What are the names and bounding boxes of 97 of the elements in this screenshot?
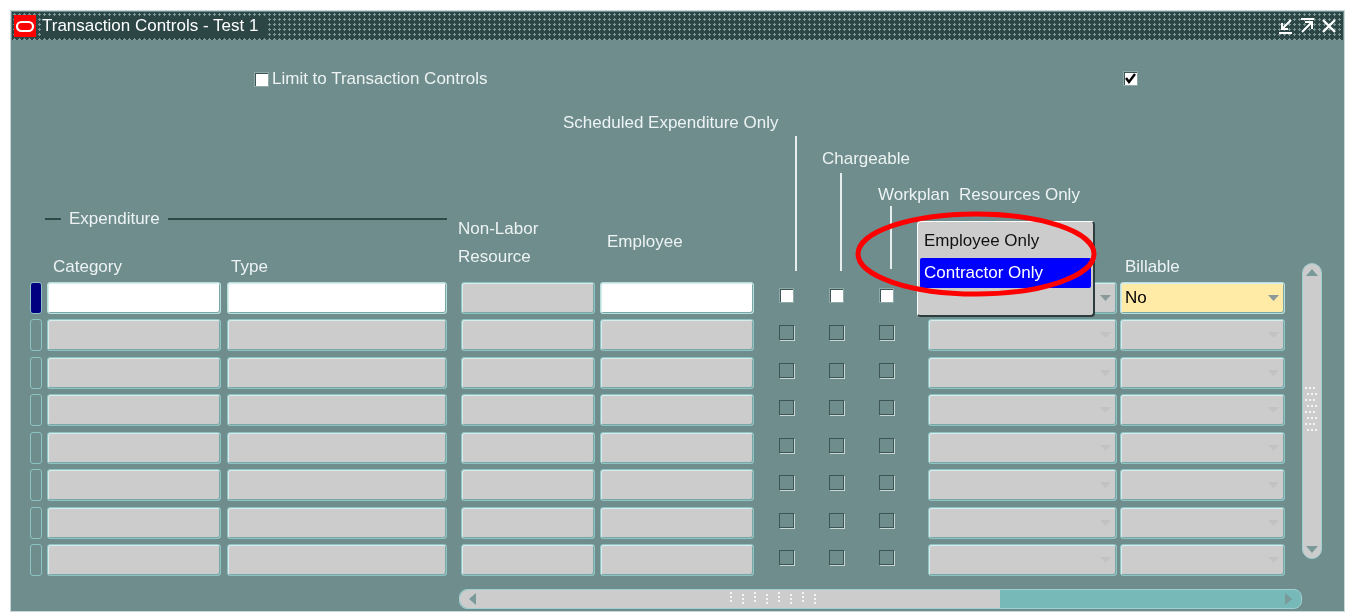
checkbox[interactable] [828,400,844,416]
dropdown-field[interactable] [928,431,1117,464]
checkbox[interactable] [828,475,844,491]
checkbox[interactable] [778,475,794,491]
checkbox[interactable] [878,362,894,378]
group-header: Expenditure [69,209,160,229]
close-icon[interactable] [1321,18,1337,34]
text-field[interactable] [600,281,754,314]
checkbox[interactable] [878,550,894,566]
checkbox[interactable] [878,325,894,341]
text-field[interactable] [600,469,754,502]
dropdown-option[interactable]: Contractor Only [920,258,1091,288]
text-field[interactable] [461,356,595,389]
checkbox[interactable] [778,400,794,416]
checkbox[interactable] [878,437,894,453]
column-header: Type [231,257,268,276]
checkbox[interactable] [878,400,894,416]
text-field[interactable] [227,356,447,389]
text-field[interactable] [600,544,754,577]
checkbox[interactable] [828,362,844,378]
dropdown-option[interactable]: Employee Only [920,226,1091,256]
text-field[interactable] [227,394,447,427]
text-field[interactable] [47,356,221,389]
vertical-scrollbar[interactable] [1302,263,1322,559]
checkbox[interactable] [828,512,844,528]
text-field[interactable] [461,281,595,314]
text-field[interactable] [600,506,754,539]
caret-icon[interactable] [1268,294,1279,302]
text-field[interactable] [461,506,595,539]
text-field[interactable] [461,469,595,502]
column-header: Workplan Resources Only [878,185,1080,204]
column-header: Employee [607,232,683,251]
text-field[interactable] [461,319,595,352]
text-field[interactable] [47,394,221,427]
record-indicator[interactable] [30,281,42,314]
text-field[interactable] [600,356,754,389]
checkbox[interactable] [778,325,794,341]
text-field[interactable] [227,281,447,314]
left-arrow-icon[interactable] [468,593,476,605]
checkbox[interactable] [254,71,269,87]
column-header: Category [53,257,122,276]
checkbox[interactable] [878,287,894,303]
down-arrow-icon[interactable] [1306,546,1318,554]
text-field[interactable] [47,544,221,577]
dropdown-field[interactable] [1120,544,1285,577]
dropdown-field[interactable] [1120,319,1285,352]
column-header: Chargeable [822,149,910,168]
column-header: Billable [1125,257,1180,276]
text-field[interactable] [461,394,595,427]
text-field[interactable] [47,506,221,539]
app-logo-icon [14,15,36,37]
dropdown-field[interactable] [1120,394,1285,427]
dropdown-field[interactable] [1120,356,1285,389]
checkbox[interactable] [778,512,794,528]
checkbox[interactable] [828,325,844,341]
text-field[interactable] [227,506,447,539]
text-field[interactable] [461,544,595,577]
checkbox[interactable] [878,475,894,491]
dropdown-field[interactable] [928,394,1117,427]
text-field[interactable] [600,319,754,352]
dropdown-field[interactable]: No [1120,281,1285,314]
dropdown-field[interactable] [1120,506,1285,539]
text-field[interactable] [47,319,221,352]
checkbox[interactable] [828,287,844,303]
maximize-icon[interactable] [1299,18,1315,34]
checkbox[interactable] [778,362,794,378]
checkbox[interactable] [778,287,794,303]
up-arrow-icon[interactable] [1306,268,1318,276]
text-field[interactable] [461,431,595,464]
dropdown-field[interactable] [928,469,1117,502]
checkbox[interactable] [778,550,794,566]
horizontal-scrollbar[interactable] [459,589,1302,609]
dropdown-field[interactable] [1120,469,1285,502]
text-field[interactable] [227,319,447,352]
checkbox[interactable] [1123,71,1138,86]
dropdown-field[interactable] [928,319,1117,352]
text-field[interactable] [227,431,447,464]
text-field[interactable] [227,544,447,577]
text-field[interactable] [47,469,221,502]
caret-icon[interactable] [1100,294,1111,302]
minimize-icon[interactable] [1277,18,1293,34]
column-header: Non-Labor Resource [458,218,540,268]
dropdown-field[interactable] [928,506,1117,539]
text-field[interactable] [47,281,221,314]
dropdown-field[interactable] [928,356,1117,389]
text-field[interactable] [600,394,754,427]
dropdown-field[interactable] [928,544,1117,577]
text-field[interactable] [600,431,754,464]
column-header: Scheduled Expenditure Only [563,113,779,132]
checkbox[interactable] [828,437,844,453]
checkbox[interactable] [878,512,894,528]
text-field[interactable] [47,431,221,464]
window-title: Transaction Controls - Test 1 [42,16,269,36]
dropdown-field[interactable] [1120,431,1285,464]
checkbox[interactable] [778,437,794,453]
text-field[interactable] [227,469,447,502]
checkbox[interactable] [828,550,844,566]
